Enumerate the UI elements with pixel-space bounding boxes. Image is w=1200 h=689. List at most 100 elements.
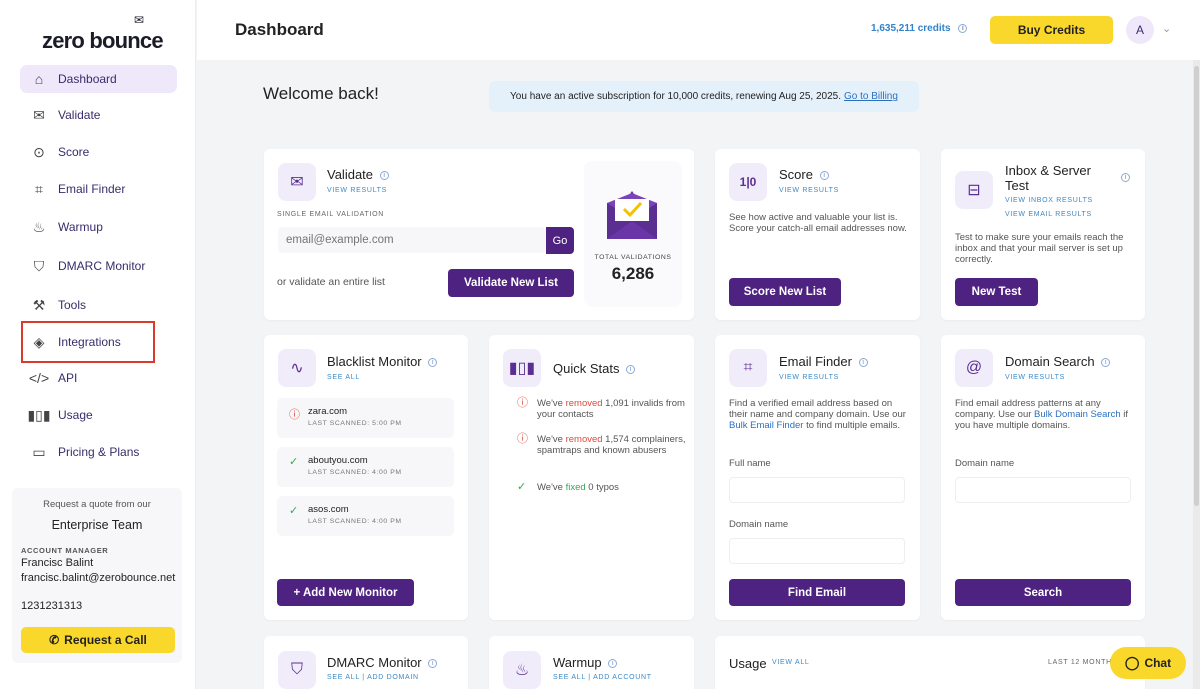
view-all-link[interactable]: VIEW ALL: [772, 659, 810, 666]
dmarc-links[interactable]: SEE ALL | ADD DOMAIN: [327, 674, 419, 681]
info-icon[interactable]: i: [608, 659, 618, 669]
check-circle-icon: ✓: [289, 456, 299, 468]
score-icon: ⊙: [33, 143, 45, 160]
domain-name-label: Domain name: [729, 519, 789, 530]
logo-text: zero bounce: [42, 28, 164, 53]
sidebar-item-email-finder[interactable]: ⌗ Email Finder: [20, 175, 177, 203]
envelope-icon: ✉: [33, 106, 45, 123]
stat-text: We've: [537, 398, 566, 409]
validate-title-text: Validate: [327, 167, 374, 182]
info-icon[interactable]: i: [626, 365, 636, 375]
total-validations-label: TOTAL VALIDATIONS: [594, 254, 672, 261]
view-inbox-results-link[interactable]: VIEW INBOX RESULTS: [1005, 197, 1093, 204]
see-all-link[interactable]: SEE ALL: [327, 374, 360, 381]
view-results-link[interactable]: VIEW RESULTS: [779, 187, 839, 194]
sidebar-item-usage[interactable]: ▮▯▮ Usage: [20, 401, 177, 429]
finder-icon: ⌗: [729, 349, 767, 387]
warmup-links[interactable]: SEE ALL | ADD ACCOUNT: [553, 674, 652, 681]
domain-name-input[interactable]: [729, 538, 905, 564]
search-button[interactable]: Search: [955, 579, 1131, 606]
alert-icon: ⓘ: [517, 433, 528, 445]
go-button[interactable]: Go: [546, 227, 574, 254]
bulk-email-finder-link[interactable]: Bulk Email Finder: [729, 420, 803, 431]
dmarc-title-text: DMARC Monitor: [327, 655, 422, 670]
page-title: Dashboard: [235, 20, 324, 39]
pulse-icon: ∿: [278, 349, 316, 387]
chat-bubble-icon: ◯: [1124, 655, 1140, 670]
info-icon[interactable]: i: [958, 23, 968, 33]
sidebar-item-tools[interactable]: ⚒ Tools: [20, 291, 177, 319]
score-title: Score i: [779, 167, 829, 182]
score-new-list-button[interactable]: Score New List: [729, 278, 841, 306]
quick-stats-title: Quick Stats i: [553, 361, 636, 376]
view-results-link[interactable]: VIEW RESULTS: [779, 374, 839, 381]
dmarc-monitor-card: ⛉ DMARC Monitor i SEE ALL | ADD DOMAIN: [264, 636, 468, 689]
buy-credits-button[interactable]: Buy Credits: [990, 16, 1113, 44]
paper-plane-icon: ✉: [134, 13, 145, 27]
sidebar-item-dmarc-monitor[interactable]: ⛉ DMARC Monitor: [20, 252, 177, 280]
view-results-link[interactable]: VIEW RESULTS: [1005, 374, 1065, 381]
scrollbar-thumb[interactable]: [1194, 66, 1199, 506]
alert-icon: ⓘ: [517, 397, 528, 409]
sidebar-item-label: Email Finder: [58, 182, 126, 196]
bar-chart-icon: ▮▯▮: [503, 349, 541, 387]
bulk-domain-search-link[interactable]: Bulk Domain Search: [1034, 409, 1121, 420]
info-icon[interactable]: i: [858, 358, 868, 368]
quick-stat: ⓘ We've removed 1,091 invalids from your…: [517, 397, 697, 421]
finder-desc-text: Find a verified email address based on t…: [729, 398, 906, 420]
sidebar-item-validate[interactable]: ✉ Validate: [20, 101, 177, 129]
total-validations-panel: TOTAL VALIDATIONS 6,286: [584, 161, 682, 307]
sidebar-item-label: Score: [58, 145, 90, 159]
email-input[interactable]: [278, 227, 546, 253]
zerobounce-logo[interactable]: zero bounce ✉: [40, 13, 170, 53]
sidebar-item-api[interactable]: </> API: [20, 364, 177, 392]
scrollbar[interactable]: [1193, 60, 1200, 689]
usage-range: LAST 12 MONTHS: [1048, 659, 1118, 666]
finder-title-text: Email Finder: [779, 354, 852, 369]
info-icon[interactable]: i: [379, 171, 389, 181]
enterprise-quote-text: Request a quote from our: [43, 499, 151, 510]
blacklist-item[interactable]: ✓ aboutyou.com LAST SCANNED: 4:00 PM: [277, 447, 454, 487]
info-icon[interactable]: i: [1101, 358, 1111, 368]
sidebar-item-score[interactable]: ⊙ Score: [20, 138, 177, 166]
info-icon[interactable]: i: [1121, 173, 1130, 182]
chevron-down-icon[interactable]: ⌄: [1162, 22, 1171, 35]
view-results-link[interactable]: VIEW RESULTS: [327, 187, 387, 194]
blacklist-item[interactable]: ✓ asos.com LAST SCANNED: 4:00 PM: [277, 496, 454, 536]
blacklist-domain: zara.com: [308, 406, 348, 417]
full-name-input[interactable]: [729, 477, 905, 503]
finder-title: Email Finder i: [779, 354, 868, 369]
wrench-icon: ⚒: [32, 296, 46, 313]
blacklist-monitor-card: ∿ Blacklist Monitor i SEE ALL ⓘ zara.com…: [264, 335, 468, 620]
add-new-monitor-button[interactable]: + Add New Monitor: [277, 579, 414, 606]
info-icon[interactable]: i: [428, 358, 438, 368]
new-test-button[interactable]: New Test: [955, 278, 1038, 306]
blacklist-item[interactable]: ⓘ zara.com LAST SCANNED: 5:00 PM: [277, 398, 454, 438]
domain-search-title-text: Domain Search: [1005, 354, 1095, 369]
sidebar-item-label: Warmup: [58, 220, 103, 234]
inbox-icon: ⊟: [955, 171, 993, 209]
account-manager-label: ACCOUNT MANAGER: [21, 546, 109, 555]
shield-icon: ⛉: [33, 257, 45, 274]
go-to-billing-link[interactable]: Go to Billing: [844, 91, 898, 102]
info-icon[interactable]: i: [819, 171, 829, 181]
blacklist-title-text: Blacklist Monitor: [327, 354, 422, 369]
sidebar-item-dashboard[interactable]: ⌂ Dashboard: [20, 65, 177, 93]
find-email-button[interactable]: Find Email: [729, 579, 905, 606]
score-description: See how active and valuable your list is…: [729, 212, 907, 234]
chat-button[interactable]: ◯ Chat: [1110, 647, 1186, 679]
sidebar-item-label: Usage: [58, 408, 93, 422]
validate-new-list-button[interactable]: Validate New List: [448, 269, 574, 297]
chat-label: Chat: [1144, 656, 1172, 670]
account-manager-name: Francisc Balint: [21, 557, 94, 569]
sidebar-item-pricing-plans[interactable]: ▭ Pricing & Plans: [20, 438, 177, 466]
blacklist-domain: asos.com: [308, 504, 349, 515]
score-icon: 1|0: [729, 163, 767, 201]
domain-name-input[interactable]: [955, 477, 1131, 503]
info-icon[interactable]: i: [428, 659, 438, 669]
request-call-button[interactable]: ✆ Request a Call: [21, 627, 175, 653]
view-email-results-link[interactable]: VIEW EMAIL RESULTS: [1005, 211, 1092, 218]
avatar[interactable]: A: [1126, 16, 1154, 44]
domain-search-card: @ Domain Search i VIEW RESULTS Find emai…: [941, 335, 1145, 620]
sidebar-item-warmup[interactable]: ♨ Warmup: [20, 213, 177, 241]
